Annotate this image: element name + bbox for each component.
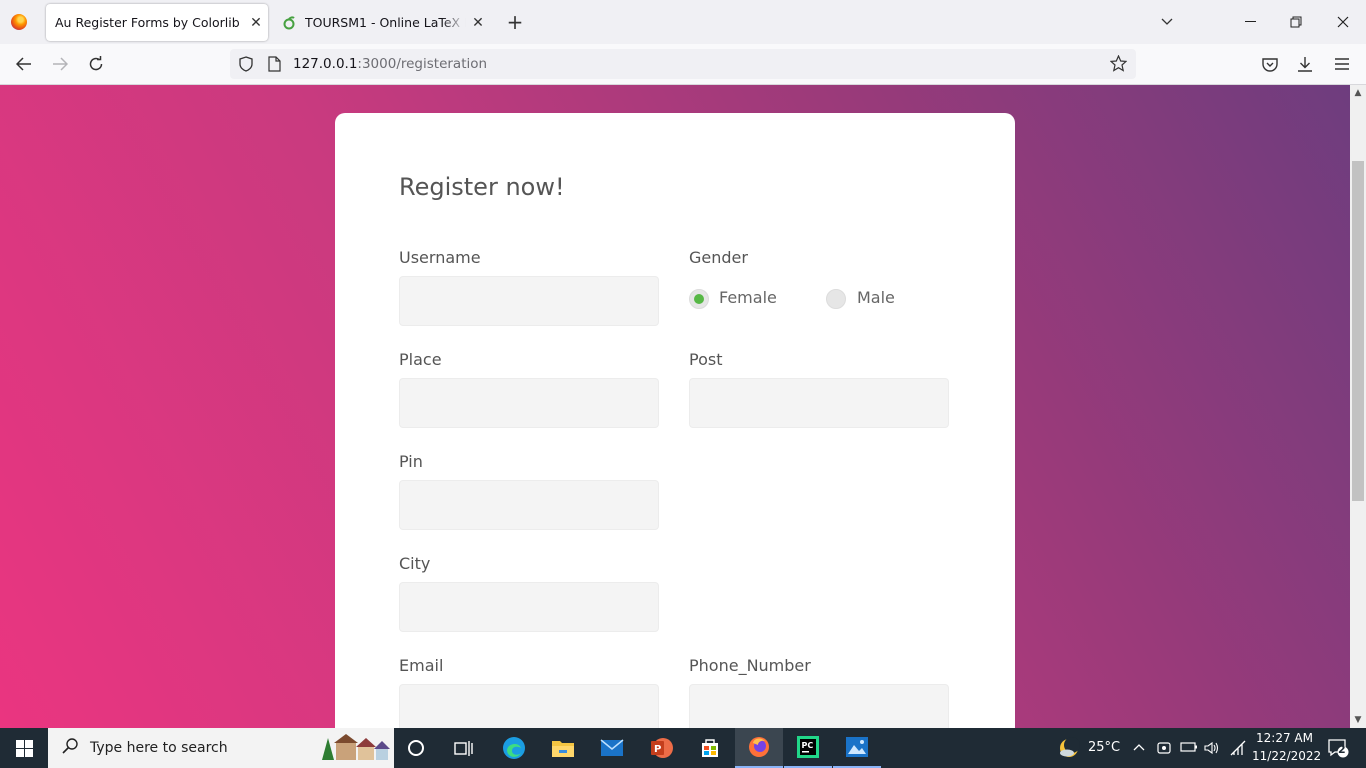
gender-label: Gender xyxy=(689,248,748,267)
svg-text:PC: PC xyxy=(802,741,814,750)
svg-text:P: P xyxy=(654,744,661,755)
city-label: City xyxy=(399,554,431,573)
url-text[interactable]: 127.0.0.1:3000/registeration xyxy=(293,56,487,72)
clock-time[interactable]: 12:27 AM xyxy=(1256,731,1313,745)
tracking-shield-icon[interactable] xyxy=(238,56,254,76)
username-field[interactable] xyxy=(399,276,659,326)
gender-male-label[interactable]: Male xyxy=(857,288,895,307)
tab-close-icon[interactable]: ✕ xyxy=(244,15,268,31)
file-explorer-icon[interactable] xyxy=(539,728,587,768)
email-field[interactable] xyxy=(399,684,659,728)
page-viewport: Register now! Username Gender Female Mal… xyxy=(0,85,1350,728)
restore-button[interactable] xyxy=(1273,0,1319,44)
notification-count-badge: 2 xyxy=(1338,743,1346,756)
scroll-thumb[interactable] xyxy=(1352,161,1364,501)
firefox-taskbar-icon[interactable] xyxy=(735,728,783,768)
search-placeholder: Type here to search xyxy=(90,740,228,756)
tab-title: TOURSM1 - Online LaTeX Editor xyxy=(305,15,466,30)
navigation-bar: 127.0.0.1:3000/registeration xyxy=(0,44,1366,85)
edge-icon[interactable] xyxy=(490,728,538,768)
forward-arrow-icon[interactable] xyxy=(46,50,74,78)
clock-date[interactable]: 11/22/2022 xyxy=(1252,749,1321,763)
email-label: Email xyxy=(399,656,444,675)
reload-icon[interactable] xyxy=(82,50,110,78)
powerpoint-icon[interactable]: P xyxy=(637,728,685,768)
phone-number-label: Phone_Number xyxy=(689,656,811,675)
close-window-button[interactable] xyxy=(1320,0,1366,44)
page-scrollbar[interactable]: ▲ ▼ xyxy=(1350,85,1366,728)
scroll-up-arrow-icon[interactable]: ▲ xyxy=(1350,85,1366,101)
gender-female-label[interactable]: Female xyxy=(719,288,777,307)
firefox-menu-icon[interactable] xyxy=(11,14,27,30)
store-icon[interactable] xyxy=(686,728,734,768)
cortana-icon[interactable] xyxy=(392,728,440,768)
holiday-village-icon[interactable] xyxy=(314,730,390,766)
mail-icon[interactable] xyxy=(588,728,636,768)
pycharm-icon[interactable]: PC xyxy=(784,728,832,768)
scroll-down-arrow-icon[interactable]: ▼ xyxy=(1350,712,1366,728)
task-view-icon[interactable] xyxy=(440,728,488,768)
register-card: Register now! Username Gender Female Mal… xyxy=(335,113,1015,728)
gender-male-radio[interactable] xyxy=(826,289,846,309)
pin-label: Pin xyxy=(399,452,423,471)
tab-title: Au Register Forms by Colorlib xyxy=(55,15,240,30)
search-icon xyxy=(62,738,78,758)
weather-moon-icon[interactable] xyxy=(1045,728,1093,768)
tab-register-forms[interactable]: Au Register Forms by Colorlib ✕ xyxy=(46,4,268,41)
page-title: Register now! xyxy=(399,173,565,201)
post-field[interactable] xyxy=(689,378,949,428)
windows-start-icon[interactable] xyxy=(0,728,48,768)
taskbar-search-box[interactable]: Type here to search xyxy=(48,728,394,768)
place-field[interactable] xyxy=(399,378,659,428)
tab-list-chevron-icon[interactable] xyxy=(1144,0,1190,44)
tab-close-icon[interactable]: ✕ xyxy=(466,15,490,31)
city-field[interactable] xyxy=(399,582,659,632)
app-menu-icon[interactable] xyxy=(1328,50,1356,78)
battery-icon[interactable] xyxy=(1180,741,1198,756)
weather-temperature[interactable]: 25°C xyxy=(1088,740,1120,755)
volume-icon[interactable] xyxy=(1204,740,1220,759)
downloads-icon[interactable] xyxy=(1291,50,1319,78)
back-arrow-icon[interactable] xyxy=(10,50,38,78)
url-host: 127.0.0.1 xyxy=(293,56,358,72)
page-info-icon[interactable] xyxy=(268,56,281,76)
new-tab-button[interactable]: + xyxy=(502,9,528,35)
place-label: Place xyxy=(399,350,442,369)
post-label: Post xyxy=(689,350,723,369)
network-icon[interactable] xyxy=(1230,740,1246,759)
show-hidden-icons-chevron-icon[interactable] xyxy=(1133,740,1145,754)
photos-icon[interactable] xyxy=(833,728,881,768)
username-label: Username xyxy=(399,248,481,267)
notification-center-icon[interactable]: 2 xyxy=(1316,728,1360,768)
gender-female-radio[interactable] xyxy=(689,289,709,309)
tab-latex-editor[interactable]: TOURSM1 - Online LaTeX Editor ✕ xyxy=(276,4,490,41)
pocket-icon[interactable] xyxy=(1256,50,1284,78)
overleaf-icon xyxy=(282,15,296,30)
minimize-button[interactable] xyxy=(1227,0,1273,44)
phone-number-field[interactable] xyxy=(689,684,949,728)
pin-field[interactable] xyxy=(399,480,659,530)
bookmark-star-icon[interactable] xyxy=(1109,54,1128,76)
windows-taskbar: Type here to search P PC 25°C 12:27 AM 1… xyxy=(0,728,1366,768)
meet-now-icon[interactable] xyxy=(1157,740,1171,757)
url-path: :3000/registeration xyxy=(357,56,488,72)
tab-strip: Au Register Forms by Colorlib ✕ TOURSM1 … xyxy=(0,0,1366,44)
address-bar[interactable]: 127.0.0.1:3000/registeration xyxy=(230,49,1136,79)
